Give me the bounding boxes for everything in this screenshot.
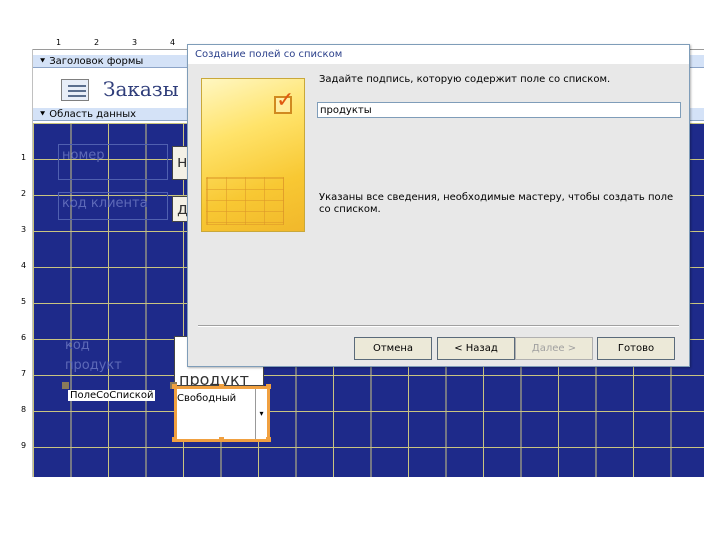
dropdown-arrow-icon[interactable]: ▾ (255, 389, 267, 439)
form-icon (61, 79, 89, 101)
resize-handle[interactable] (172, 437, 177, 442)
ruler-tick: 3 (132, 38, 138, 47)
resize-handle[interactable] (266, 384, 271, 389)
label-nomer[interactable]: номер (58, 144, 168, 180)
ruler-tick: 1 (21, 153, 27, 162)
ruler-tick: 1 (56, 38, 62, 47)
ruler-tick: 2 (21, 189, 27, 198)
ruler-tick: 4 (21, 261, 27, 270)
ruler-tick: 7 (21, 369, 27, 378)
wizard-illustration: ✓ (201, 78, 305, 232)
caption-input[interactable] (317, 102, 681, 118)
resize-handle[interactable] (266, 437, 271, 442)
move-handle[interactable] (62, 382, 69, 389)
section-arrow-icon: ⯆ (39, 110, 47, 120)
combo-value: Свободный (177, 393, 237, 404)
combo-box-selected[interactable]: Свободный ▾ (174, 386, 270, 442)
dialog-title[interactable]: Создание полей со списком (188, 45, 689, 64)
wizard-info-text: Указаны все сведения, необходимые мастер… (319, 192, 674, 215)
section-arrow-icon: ⯆ (39, 57, 47, 67)
ruler-tick: 9 (21, 441, 27, 450)
ruler-tick: 5 (21, 297, 27, 306)
combo-box-wizard-dialog: Создание полей со списком ✓ Задайте подп… (187, 44, 690, 367)
resize-handle[interactable] (172, 384, 177, 389)
label-kod-produkt[interactable]: код продукт (62, 336, 128, 380)
ruler-tick: 3 (21, 225, 27, 234)
next-button[interactable]: Далее > (515, 337, 593, 360)
check-icon: ✓ (276, 88, 295, 113)
cancel-button[interactable]: Отмена (354, 337, 432, 360)
back-button[interactable]: < Назад (437, 337, 515, 360)
left-ruler: 1 2 3 4 5 6 7 8 9 (18, 49, 33, 477)
label-kod-klienta[interactable]: код клиента (58, 192, 168, 220)
ruler-tick: 6 (21, 333, 27, 342)
table-illustration (206, 177, 284, 225)
resize-handle[interactable] (219, 437, 224, 442)
ruler-tick: 2 (94, 38, 100, 47)
resize-handle[interactable] (219, 384, 224, 389)
form-title[interactable]: Заказы (103, 77, 179, 101)
combo-name-label[interactable]: ПолеСоСпиской (68, 390, 156, 401)
ruler-tick: 8 (21, 405, 27, 414)
form-header-label: Заголовок формы (49, 56, 144, 67)
caption-prompt: Задайте подпись, которую содержит поле с… (319, 74, 611, 85)
finish-button[interactable]: Готово (597, 337, 675, 360)
detail-section-label: Область данных (49, 109, 137, 120)
ruler-tick: 4 (170, 38, 176, 47)
button-separator (198, 325, 679, 327)
